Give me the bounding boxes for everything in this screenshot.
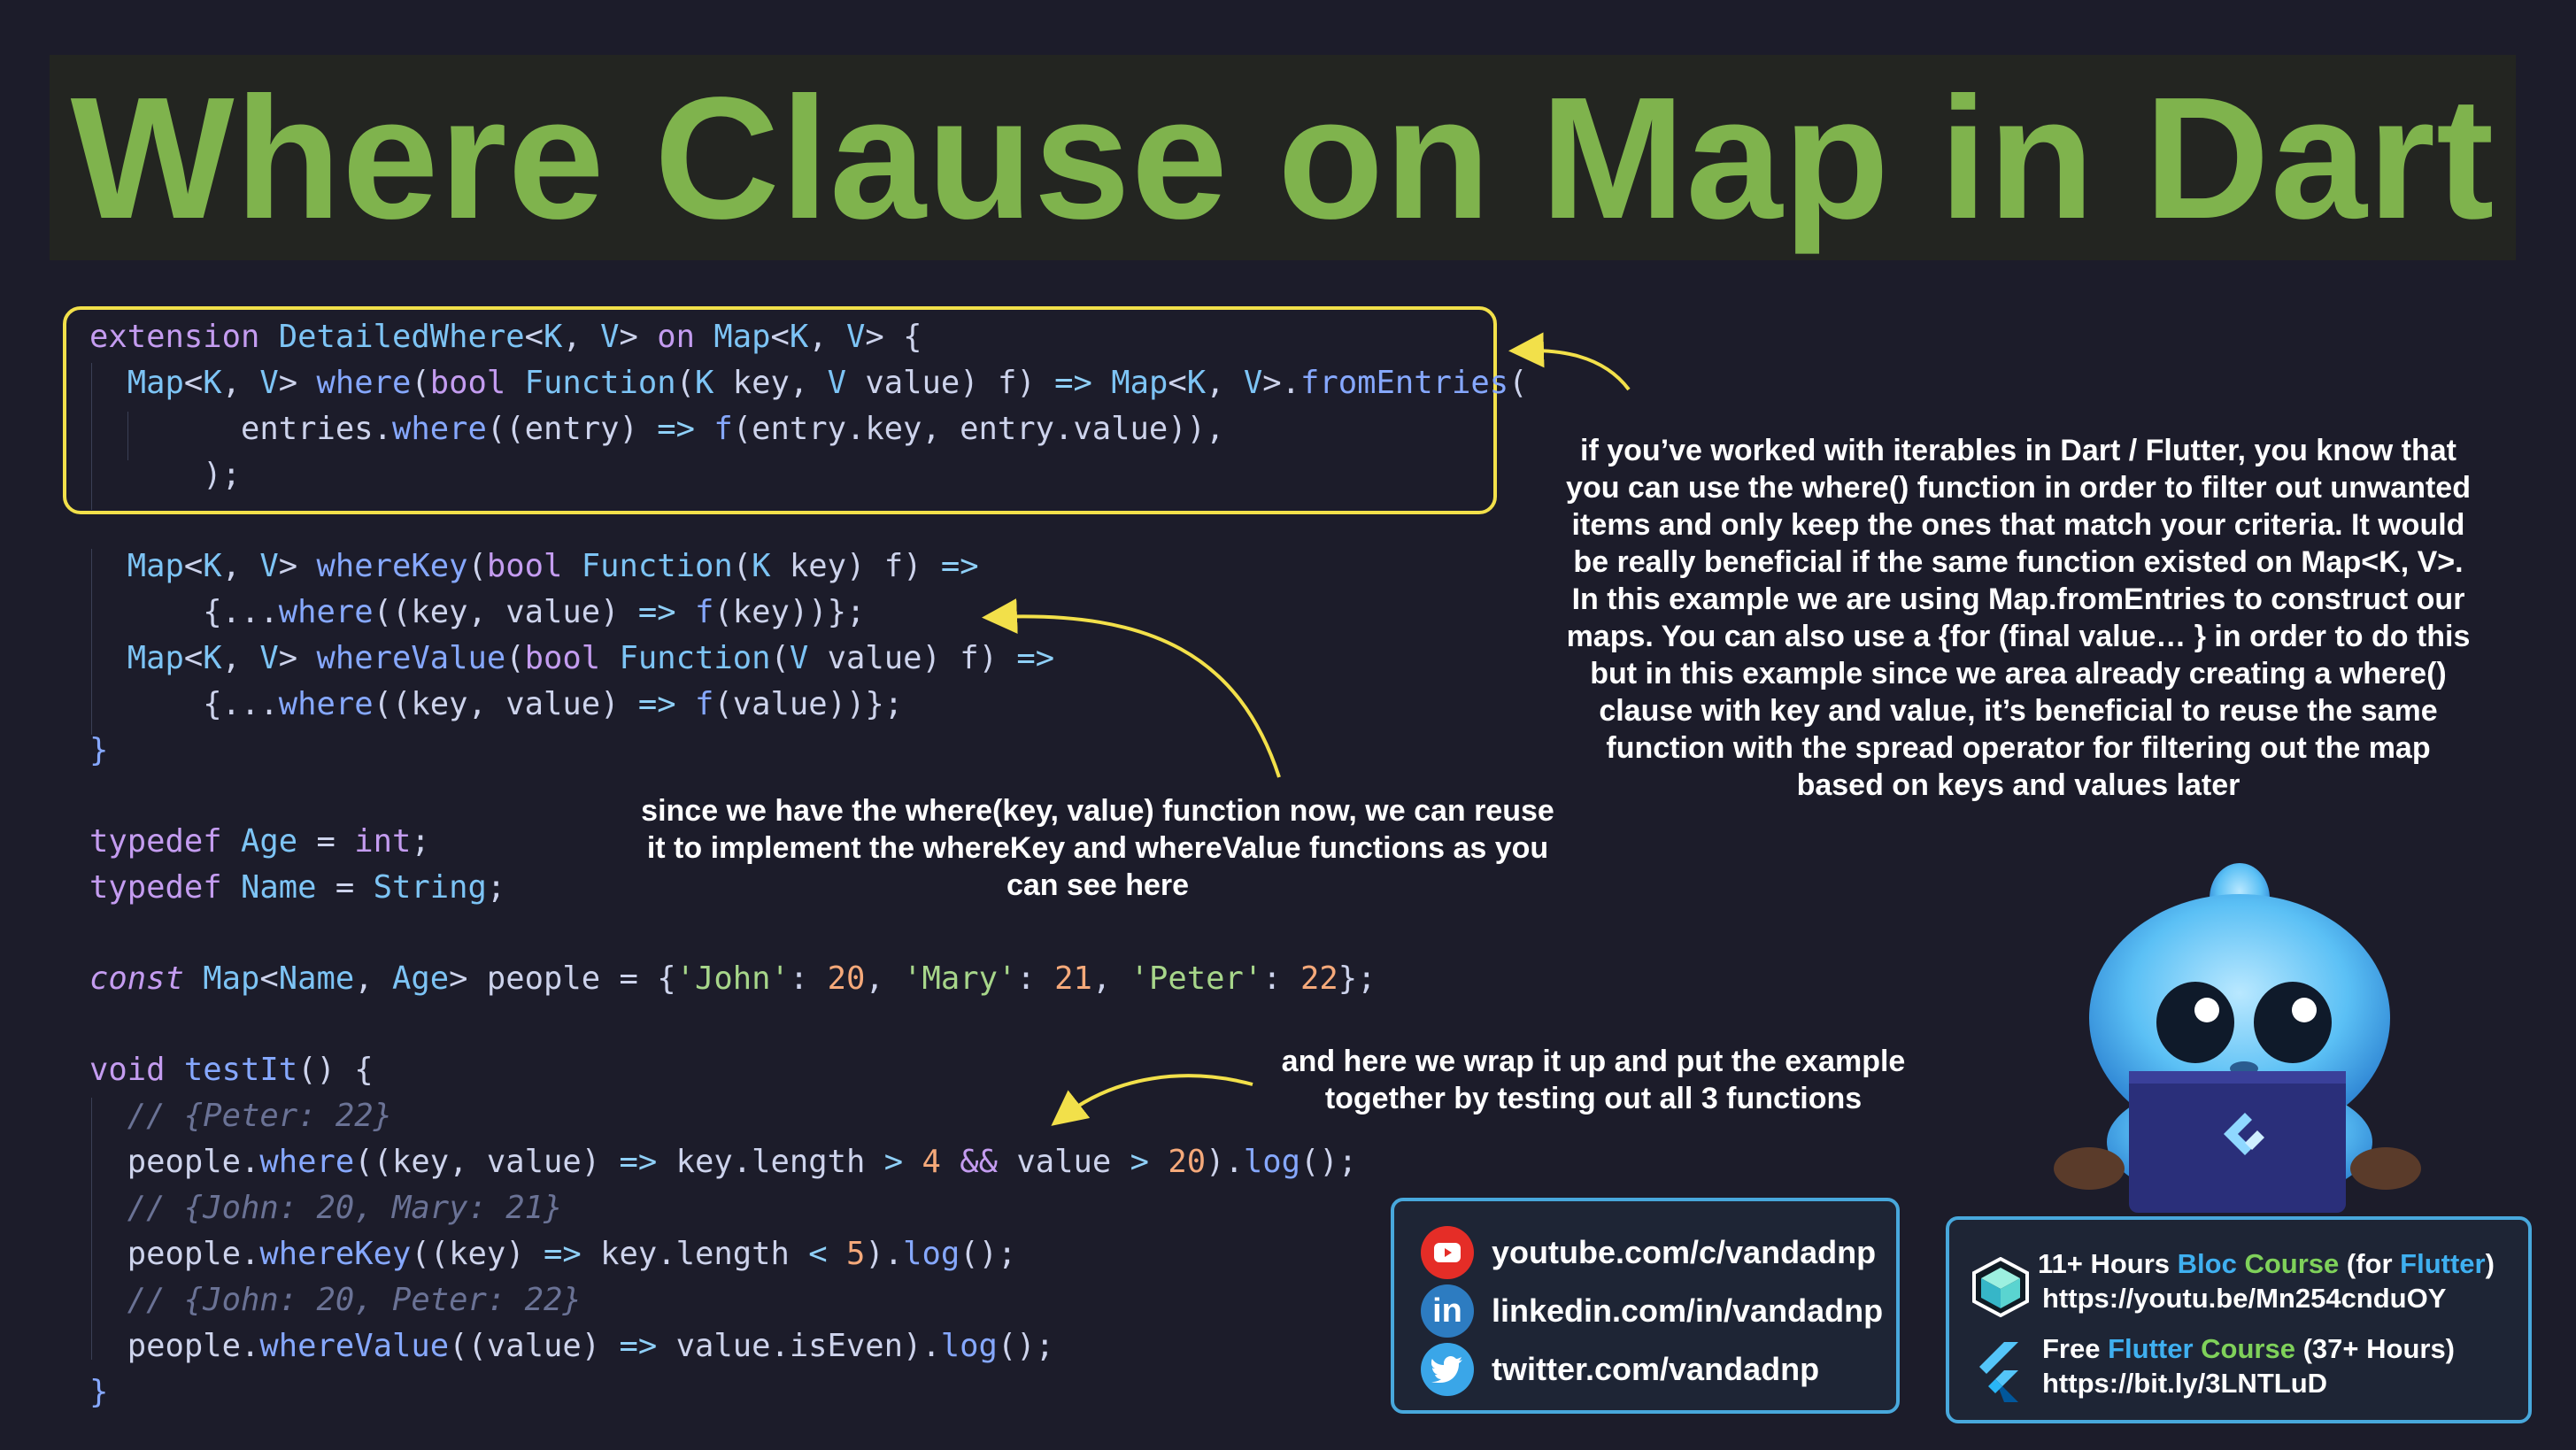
title-bar: Where Clause on Map in Dart: [50, 55, 2516, 260]
explanation-line: since we have the where(key, value) func…: [641, 794, 1554, 828]
promo-text: (for: [2339, 1248, 2401, 1279]
social-label[interactable]: twitter.com/vandadnp: [1492, 1351, 1819, 1388]
code-line: // {Peter: 22}: [89, 1098, 392, 1134]
promo-text: Bloc: [2177, 1248, 2237, 1279]
dash-mascot-illustration: [2054, 863, 2421, 1213]
linkedin-icon: in: [1421, 1284, 1474, 1338]
code-line: }: [89, 732, 109, 768]
promo-text: Free: [2042, 1333, 2109, 1364]
code-line: people.where((key, value) => key.length …: [89, 1144, 1358, 1180]
explanation-line: function with the spread operator for fi…: [1606, 731, 2431, 765]
arrow-to-where: [1508, 332, 1631, 391]
middle-explanation: since we have the where(key, value) func…: [602, 792, 1593, 904]
explanation-line: you can use the where() function in orde…: [1566, 471, 2471, 505]
social-label[interactable]: linkedin.com/in/vandadnp: [1492, 1292, 1883, 1330]
social-label[interactable]: youtube.com/c/vandadnp: [1492, 1234, 1876, 1271]
code-line: people.whereValue((value) => value.isEve…: [89, 1328, 1055, 1364]
code-line: extension DetailedWhere<K, V> on Map<K, …: [89, 319, 922, 355]
promo-text: [2194, 1333, 2202, 1364]
explanation-line: items and only keep the ones that match …: [1571, 508, 2465, 542]
promo-text: Flutter: [2108, 1333, 2194, 1364]
code-line: }: [89, 1374, 109, 1410]
code-line: );: [89, 457, 241, 493]
flutter-icon: [1971, 1340, 2024, 1402]
social-link-youtube[interactable]: youtube.com/c/vandadnp: [1421, 1225, 1876, 1280]
social-link-twitter[interactable]: twitter.com/vandadnp: [1421, 1342, 1819, 1397]
promo-text: Course: [2244, 1248, 2340, 1279]
explanation-line: be really beneficial if the same functio…: [1573, 545, 2464, 579]
code-line: Map<K, V> whereValue(bool Function(V val…: [127, 640, 1055, 676]
promo-text: Course: [2201, 1333, 2295, 1364]
code-line: void testIt() {: [89, 1052, 374, 1088]
promo-text: Flutter: [2400, 1248, 2486, 1279]
bloc-icon: [1971, 1256, 2031, 1318]
page-title: Where Clause on Map in Dart: [70, 60, 2495, 255]
explanation-line: but in this example since we area alread…: [1590, 657, 2447, 690]
explanation-line: it to implement the whereKey and whereVa…: [646, 831, 1549, 865]
code-line: {...where((key, value) => f(key))};: [89, 594, 866, 630]
code-line: const Map<Name, Age> people = {'John': 2…: [89, 960, 1377, 997]
code-line: typedef Name = String;: [89, 869, 506, 906]
code-line: Map<K, V> where(bool Function(K key, V v…: [127, 365, 1528, 401]
flutter-course-url[interactable]: https://bit.ly/3LNTLuD: [2042, 1366, 2327, 1400]
course-promo-box: 11+ Hours Bloc Course (for Flutter) http…: [1946, 1216, 2532, 1423]
promo-text: 11+ Hours: [2038, 1248, 2178, 1279]
bloc-course-title: 11+ Hours Bloc Course (for Flutter): [2038, 1246, 2495, 1281]
code-line: people.whereKey((key) => key.length < 5)…: [89, 1236, 1017, 1272]
explanation-line: if you’ve worked with iterables in Dart …: [1580, 434, 2456, 467]
social-link-linkedin[interactable]: in linkedin.com/in/vandadnp: [1421, 1284, 1883, 1338]
right-explanation: if you’ve worked with iterables in Dart …: [1523, 432, 2514, 804]
explanation-line: and here we wrap it up and put the examp…: [1281, 1045, 1906, 1078]
explanation-line: based on keys and values later: [1796, 768, 2241, 802]
explanation-line: clause with key and value, it’s benefici…: [1599, 694, 2438, 728]
bottom-explanation: and here we wrap it up and put the examp…: [1222, 1043, 1965, 1117]
explanation-line: together by testing out all 3 functions: [1324, 1082, 1863, 1115]
code-line: Map<K, V> whereKey(bool Function(K key) …: [127, 548, 979, 584]
code-line: typedef Age = int;: [89, 823, 430, 860]
explanation-line: can see here: [1006, 868, 1190, 902]
code-line: entries.where((entry) => f(entry.key, en…: [89, 411, 1225, 447]
code-line: {...where((key, value) => f(value))};: [89, 686, 904, 722]
promo-text: ): [2485, 1248, 2495, 1279]
social-links-box: youtube.com/c/vandadnp in linkedin.com/i…: [1391, 1198, 1900, 1414]
twitter-icon: [1421, 1343, 1474, 1396]
explanation-line: In this example we are using Map.fromEnt…: [1571, 582, 2465, 616]
bloc-course-url[interactable]: https://youtu.be/Mn254cnduOY: [2042, 1281, 2446, 1315]
explanation-line: maps. You can also use a {for (final val…: [1566, 620, 2471, 653]
youtube-icon: [1421, 1226, 1474, 1279]
flutter-course-title: Free Flutter Course (37+ Hours): [2042, 1331, 2455, 1366]
code-line: // {John: 20, Peter: 22}: [89, 1282, 582, 1318]
promo-text: (37+ Hours): [2294, 1333, 2456, 1364]
code-line: // {John: 20, Mary: 21}: [89, 1190, 563, 1226]
